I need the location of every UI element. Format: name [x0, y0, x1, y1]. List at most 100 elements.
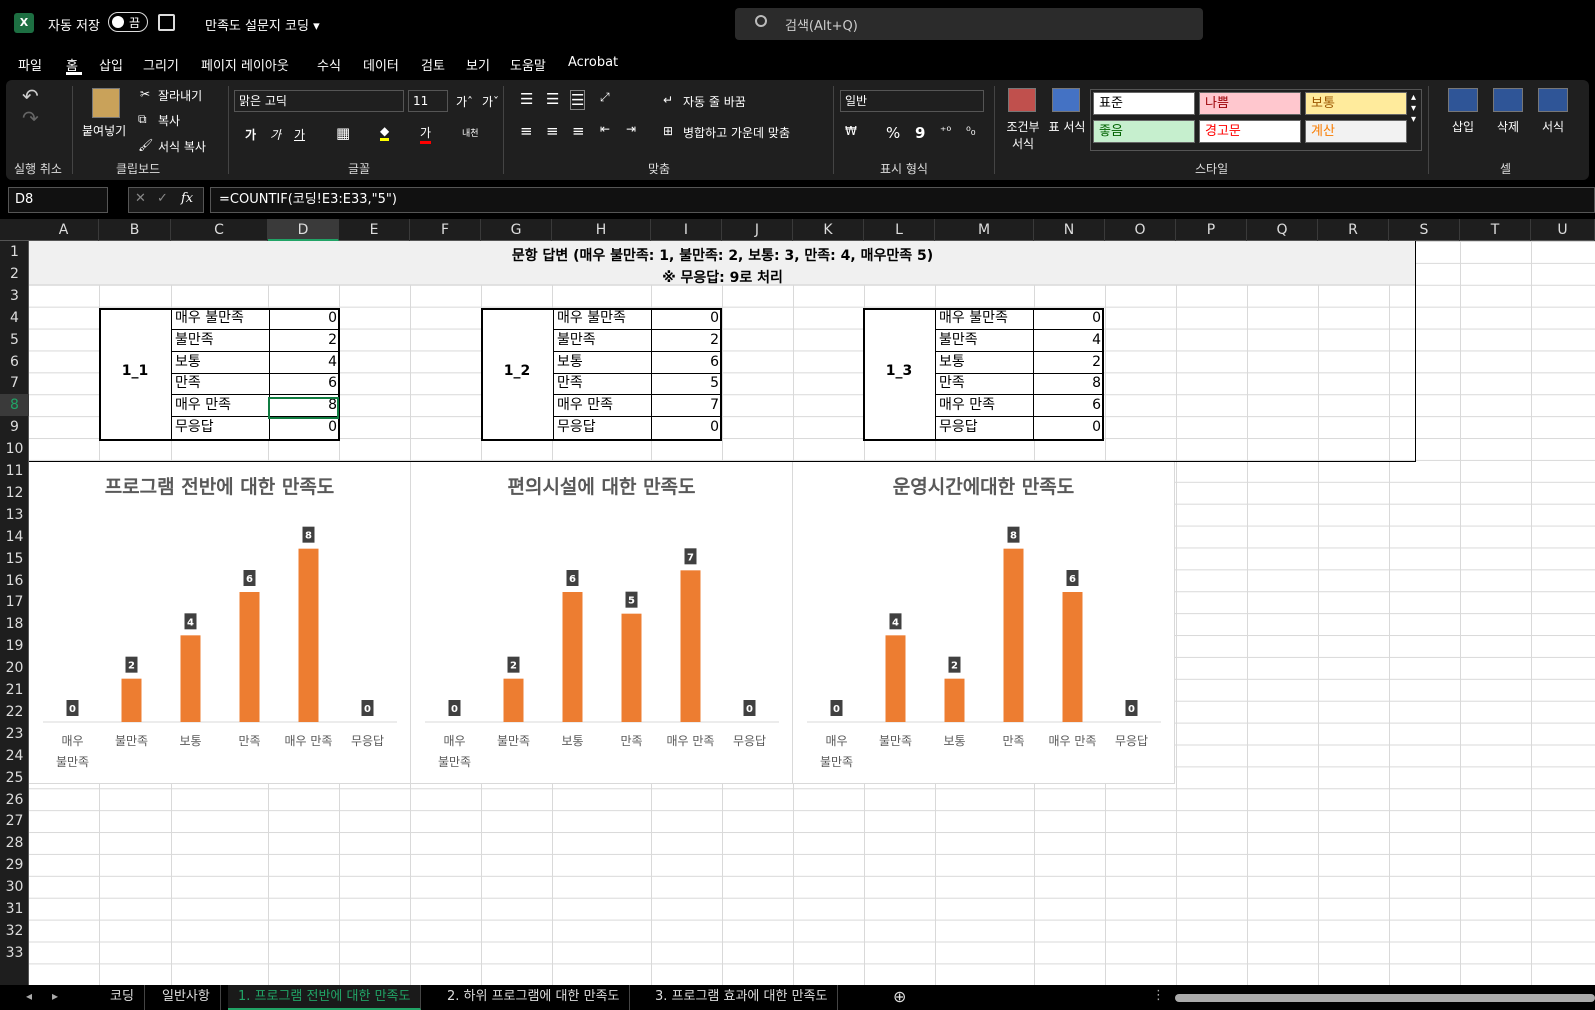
table-value[interactable]: 0 [651, 417, 722, 440]
more-options-icon[interactable]: ⋮ [1152, 988, 1165, 1003]
orientation-icon[interactable]: ⤢ [600, 90, 610, 105]
row-header-31[interactable]: 31 [0, 898, 29, 920]
row-header-11[interactable]: 11 [0, 460, 29, 482]
font-size-select[interactable]: 11 [408, 90, 448, 112]
column-header-G[interactable]: G [481, 219, 552, 241]
table-value[interactable]: 7 [651, 395, 722, 418]
table-label[interactable]: 매우 만족 [171, 395, 269, 418]
menu-review[interactable]: 검토 [421, 55, 445, 74]
menu-view[interactable]: 보기 [466, 55, 490, 74]
table-value[interactable]: 6 [651, 351, 722, 374]
row-header-27[interactable]: 27 [0, 810, 29, 832]
accounting-icon[interactable]: ₩ [845, 124, 857, 138]
style-bad[interactable]: 나쁨 [1199, 92, 1301, 115]
table-label[interactable]: 불만족 [171, 329, 269, 352]
menu-data[interactable]: 데이터 [363, 55, 399, 74]
chart-1[interactable]: 프로그램 전반에 대한 만족도 0 매우 불만족 2 불만족 4 보통 6 만족 8 매우 만족 0 무응… [29, 462, 411, 784]
table-value[interactable]: 0 [1033, 417, 1104, 440]
column-header-P[interactable]: P [1176, 219, 1247, 241]
enter-icon[interactable]: ✓ [157, 191, 168, 206]
bar[interactable] [1003, 548, 1024, 722]
table-label[interactable]: 만족 [553, 373, 651, 396]
menu-draw[interactable]: 그리기 [143, 55, 179, 74]
table-label[interactable]: 보통 [171, 351, 269, 374]
cancel-icon[interactable]: ✕ [135, 191, 146, 206]
format-button[interactable]: 서식 [1542, 118, 1564, 135]
wrap-text-button[interactable]: 자동 줄 바꿈 [683, 93, 746, 110]
add-sheet-icon[interactable]: ⊕ [893, 987, 906, 1006]
table-value[interactable]: 2 [1033, 351, 1104, 374]
table-value[interactable]: 6 [1033, 395, 1104, 418]
column-header-J[interactable]: J [722, 219, 793, 241]
table-value[interactable]: 2 [269, 329, 340, 352]
row-header-12[interactable]: 12 [0, 482, 29, 504]
phonetic-button[interactable]: 내천 [462, 126, 479, 139]
format-painter-button[interactable]: 서식 복사 [158, 138, 206, 155]
bar[interactable] [562, 592, 583, 722]
column-header-O[interactable]: O [1105, 219, 1176, 241]
chart-2[interactable]: 편의시설에 대한 만족도 0 매우 불만족 2 불만족 6 보통 5 만족 7 매우 만족 0 무응답 [411, 462, 793, 784]
row-header-2[interactable]: 2 [0, 263, 29, 285]
save-icon[interactable] [158, 14, 175, 31]
row-header-33[interactable]: 33 [0, 942, 29, 964]
row-header-26[interactable]: 26 [0, 789, 29, 811]
style-calculation[interactable]: 계산 [1305, 120, 1407, 143]
tab-prev-icon[interactable]: ◂ [26, 989, 32, 1003]
sheet-tab[interactable]: 코딩 [100, 985, 145, 1010]
row-header-29[interactable]: 29 [0, 854, 29, 876]
selected-cell-d8[interactable] [268, 397, 339, 419]
column-header-Q[interactable]: Q [1247, 219, 1318, 241]
table-label[interactable]: 보통 [553, 351, 651, 374]
column-header-C[interactable]: C [171, 219, 268, 241]
comma-button[interactable]: 9 [915, 124, 925, 142]
table-format-button[interactable]: 표 서식 [1048, 118, 1086, 135]
row-header-1[interactable]: 1 [0, 241, 29, 263]
bar[interactable] [503, 678, 524, 722]
bar[interactable] [180, 635, 201, 722]
table-label[interactable]: 매우 불만족 [935, 307, 1033, 330]
row-header-23[interactable]: 23 [0, 723, 29, 745]
cut-button[interactable]: 잘라내기 [158, 87, 202, 104]
horizontal-scrollbar[interactable] [1175, 994, 1595, 1002]
row-header-6[interactable]: 6 [0, 351, 29, 373]
table-label[interactable]: 무응답 [935, 417, 1033, 440]
style-warning[interactable]: 경고문 [1199, 120, 1301, 143]
bar[interactable] [621, 613, 642, 722]
sheet-tab[interactable]: 3. 프로그램 효과에 대한 만족도 [645, 985, 839, 1010]
increase-decimal-icon[interactable]: ⁺⁰ [940, 124, 951, 138]
row-header-21[interactable]: 21 [0, 679, 29, 701]
paste-icon[interactable] [92, 88, 120, 118]
shrink-font-button[interactable]: 가ˇ [482, 93, 499, 110]
style-neutral[interactable]: 보통 [1305, 92, 1407, 115]
row-header-32[interactable]: 32 [0, 920, 29, 942]
table-label[interactable]: 만족 [935, 373, 1033, 396]
row-header-4[interactable]: 4 [0, 307, 29, 329]
bar[interactable] [885, 635, 906, 722]
row-header-5[interactable]: 5 [0, 329, 29, 351]
column-header-B[interactable]: B [99, 219, 171, 241]
column-header-U[interactable]: U [1531, 219, 1595, 241]
increase-indent-icon[interactable]: ⇥ [626, 122, 636, 136]
redo-icon[interactable]: ↷ [22, 106, 39, 130]
document-title[interactable]: 만족도 설문지 코딩 ▾ [205, 15, 320, 34]
table-label[interactable]: 불만족 [553, 329, 651, 352]
column-header-H[interactable]: H [552, 219, 651, 241]
row-header-10[interactable]: 10 [0, 438, 29, 460]
column-header-I[interactable]: I [651, 219, 722, 241]
table-value[interactable]: 4 [269, 351, 340, 374]
grow-font-button[interactable]: 가ˆ [456, 93, 473, 110]
column-header-L[interactable]: L [864, 219, 935, 241]
number-format-select[interactable]: 일반 [840, 90, 984, 112]
row-header-22[interactable]: 22 [0, 701, 29, 723]
sheet-tab[interactable]: 일반사항 [152, 985, 221, 1010]
sheet-tab[interactable]: 1. 프로그램 전반에 대한 만족도 [228, 985, 422, 1010]
column-header-E[interactable]: E [339, 219, 410, 241]
table-value[interactable]: 0 [269, 307, 340, 330]
row-header-25[interactable]: 25 [0, 767, 29, 789]
undo-icon[interactable]: ↶ [22, 84, 39, 108]
underline-button[interactable]: 가 [294, 126, 305, 143]
column-header-S[interactable]: S [1389, 219, 1460, 241]
table-value[interactable]: 6 [269, 373, 340, 396]
font-name-select[interactable]: 맑은 고딕 [234, 90, 404, 112]
bar[interactable] [1062, 592, 1083, 722]
